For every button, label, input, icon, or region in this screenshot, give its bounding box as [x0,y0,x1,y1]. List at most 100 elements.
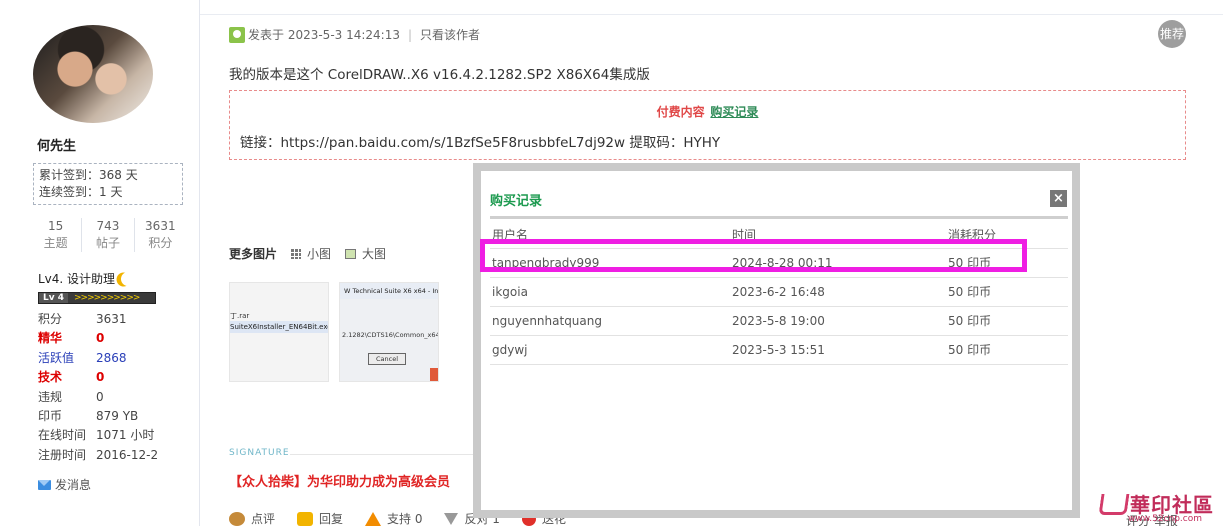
prop-row: 技术 0 [38,368,188,387]
row-user[interactable]: ikgoia [492,278,528,307]
moon-icon [119,270,137,288]
table-header: 用户名 时间 消耗积分 [490,221,1068,249]
paid-content-title: 付费内容 购买记录 [230,103,1185,120]
send-message-link[interactable]: 发消息 [38,476,91,493]
purchase-table: 用户名 时间 消耗积分 tanpengbrady999 2024-8-28 00… [490,221,1068,365]
watermark-url: www.52cnp.com [1128,514,1203,524]
col-user: 用户名 [492,228,529,242]
level-tag: Lv 4 [39,293,68,303]
sign-in-box: 累计签到：368 天 连续签到：1 天 [33,163,183,205]
thumb-text: W Technical Suite X6 x64 - InstallShiel [340,283,438,299]
stat-posts[interactable]: 743 帖子 [82,218,135,252]
row-points: 50 印币 [948,314,992,328]
more-pictures-label: 更多图片 [229,247,278,261]
post-meta: 发表于 2023-5-3 14:24:13 | 只看该作者 [229,26,480,43]
prop-row: 积分 3631 [38,310,188,329]
thumb-decoration [430,368,438,381]
row-user[interactable]: gdywj [492,336,527,365]
avatar[interactable] [33,25,153,123]
prop-row: 印币 879 YB [38,407,188,426]
prop-value: 2868 [96,350,127,365]
row-time: 2023-5-8 19:00 [732,314,825,328]
username[interactable]: 何先生 [37,135,76,154]
author-only-link[interactable]: 只看该作者 [420,26,480,43]
comment-icon[interactable] [229,511,245,526]
row-user[interactable]: tanpengbrady999 [492,249,599,278]
prop-key: 注册时间 [38,447,87,462]
prop-value: 879 YB [96,409,139,424]
row-points: 50 印币 [948,256,992,270]
reply-button[interactable]: 回复 [319,510,343,526]
prop-value: 2016-12-2 [96,447,159,462]
sign-total: 累计签到：368 天 [39,168,138,182]
thumb-text: 丁.rar [230,312,250,320]
user-props: 积分 3631 精华 0 活跃值 2868 技术 0 违规 0 印币 879 YB 在线时间… [38,310,188,465]
table-row: ikgoia 2023-6-2 16:48 50 印币 [490,278,1068,307]
signature-divider [290,454,475,455]
recommend-button[interactable]: 推荐 [1158,20,1186,48]
prop-key: 活跃值 [38,350,75,365]
online-status-icon [229,26,245,43]
download-link-text[interactable]: 链接：https://pan.baidu.com/s/1BzfSe5F8rusb… [240,131,720,151]
row-time: 2024-8-28 00:11 [732,256,833,270]
level-bar: Lv 4 >>>>>>>>>> [38,292,156,304]
prop-row: 精华 0 [38,329,188,348]
user-level: Lv4. 设计助理 [38,270,135,287]
thumbnail-1[interactable]: 丁.rar SuiteX6Installer_EN64Bit.exe [229,282,329,382]
small-picture-toggle[interactable]: 小图 [307,245,331,262]
thumbs-down-icon[interactable] [444,512,459,525]
prop-value: 0 [96,370,105,385]
stat-label: 主题 [43,236,68,250]
comment-button[interactable]: 点评 [251,510,275,526]
signature-title: SIGNATURE [229,448,290,458]
close-icon[interactable]: × [1050,190,1067,207]
level-text: Lv4. 设计助理 [38,272,116,286]
stat-number: 743 [96,219,120,233]
more-pictures-bar: 更多图片 小图 大图 [229,245,386,262]
thumb-cancel-button: Cancel [368,353,406,365]
signature-text[interactable]: 【众人拾柴】为华印助力成为高级会员 [229,471,450,490]
prop-value: 0 [96,331,105,346]
sign-streak: 连续签到：1 天 [39,185,123,199]
grid-icon[interactable] [291,248,302,259]
purchase-record-link[interactable]: 购买记录 [710,105,758,119]
prop-key: 违规 [38,389,63,404]
separator: | [408,27,413,42]
table-row: nguyennhatquang 2023-5-8 19:00 50 印币 [490,307,1068,336]
picture-icon[interactable] [345,248,357,259]
prop-value: 3631 [96,312,127,326]
user-stats: 15 主题 743 帖子 3631 积分 [30,218,186,252]
post-time: 发表于 2023-5-3 14:24:13 [248,28,400,42]
prop-row: 在线时间 1071 小时 [38,426,188,445]
paid-content-label: 付费内容 [656,105,705,119]
prop-key: 精华 [38,331,63,346]
prop-key: 技术 [38,370,63,385]
prop-key: 印币 [38,409,63,424]
thumb-text: 2.1282\CDTS16\Common_x64.cab [342,331,439,339]
table-row: tanpengbrady999 2024-8-28 00:11 50 印币 [490,249,1068,278]
stat-points[interactable]: 3631 积分 [135,218,186,252]
user-sidebar: 何先生 累计签到：368 天 连续签到：1 天 15 主题 743 帖子 363… [0,0,200,526]
col-time: 时间 [732,228,757,242]
big-picture-toggle[interactable]: 大图 [362,245,386,262]
thumbs-up-icon[interactable] [365,511,382,526]
send-message-label: 发消息 [55,478,92,492]
row-time: 2023-6-2 16:48 [732,285,825,299]
prop-key: 积分 [38,312,63,326]
stat-number: 15 [48,219,64,233]
purchase-record-dialog: 购买记录 × 用户名 时间 消耗积分 tanpengbrady999 2024-… [473,163,1080,518]
prop-value: 1071 小时 [96,428,155,443]
prop-row: 注册时间 2016-12-2 [38,446,188,465]
reply-icon[interactable] [297,511,314,526]
paid-content-box: 付费内容 购买记录 链接：https://pan.baidu.com/s/1Bz… [229,90,1186,160]
thumbnail-2[interactable]: W Technical Suite X6 x64 - InstallShiel … [339,282,439,382]
row-points: 50 印币 [948,343,992,357]
row-user[interactable]: nguyennhatquang [492,307,602,336]
support-button[interactable]: 支持 0 [387,510,422,526]
level-arrows-icon: >>>>>>>>>> [74,293,140,303]
prop-row: 违规 0 [38,388,188,407]
dialog-title: 购买记录 [490,194,543,209]
stat-threads[interactable]: 15 主题 [30,218,83,252]
dialog-body: 购买记录 × 用户名 时间 消耗积分 tanpengbrady999 2024-… [481,171,1072,510]
prop-value: 0 [96,389,104,404]
